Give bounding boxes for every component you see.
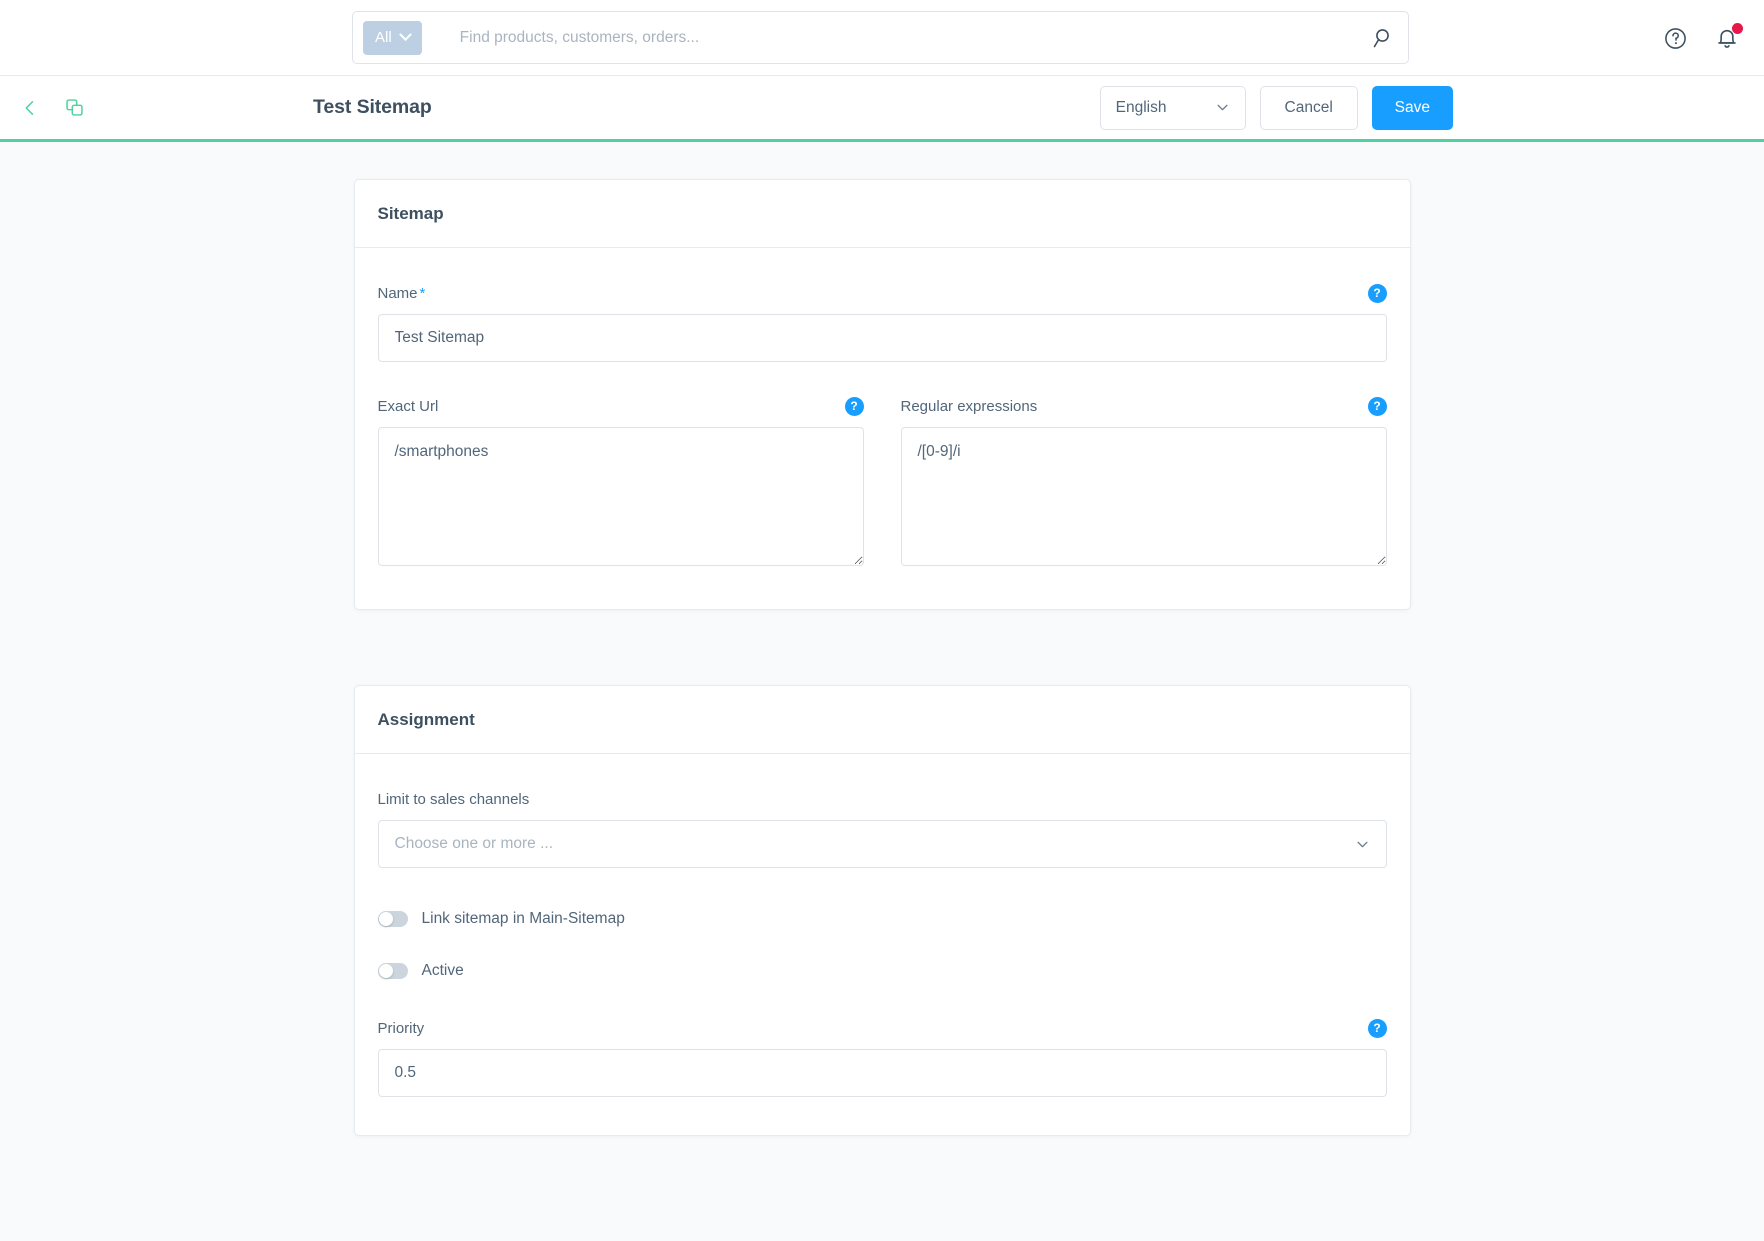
- regular-expressions-help-icon[interactable]: ?: [1367, 396, 1387, 416]
- priority-label: Priority: [377, 1019, 425, 1037]
- sitemap-card-title: Sitemap: [377, 203, 444, 223]
- name-field-group: Name * ?: [377, 283, 1387, 362]
- save-button[interactable]: Save: [1371, 85, 1453, 130]
- page-header: Test Sitemap English Cancel Save: [0, 76, 1764, 142]
- sales-channels-label: Limit to sales channels: [377, 790, 530, 808]
- sales-channels-label-row: Limit to sales channels: [378, 789, 1387, 809]
- back-button[interactable]: [13, 91, 47, 125]
- regular-expressions-label: Regular expressions: [900, 397, 1038, 415]
- search-icon[interactable]: [1372, 26, 1396, 50]
- topbar-actions: [1658, 0, 1744, 76]
- global-search-bar[interactable]: All: [352, 11, 1409, 64]
- toggle-knob: [378, 912, 393, 926]
- regular-expressions-group: Regular expressions ? /[0-9]/i: [900, 396, 1387, 571]
- search-input[interactable]: [457, 27, 1372, 48]
- page-header-left-actions: [13, 91, 91, 125]
- notifications-button[interactable]: [1710, 21, 1744, 55]
- active-toggle-row: Active: [377, 962, 1387, 980]
- assignment-card-header: Assignment: [354, 686, 1410, 754]
- link-sitemap-toggle[interactable]: [377, 911, 408, 927]
- sitemap-card: Sitemap Name* ? Exact Url ? /sm: [353, 179, 1411, 610]
- search-scope-label: All: [375, 29, 392, 46]
- sitemap-card-body: Name* ? Exact Url ? /smartphones Regular: [355, 248, 1410, 609]
- name-label-text: Name: [377, 284, 418, 302]
- page-header-actions: English Cancel Save: [1099, 85, 1453, 130]
- active-toggle[interactable]: [377, 963, 408, 979]
- sales-channels-placeholder: Choose one or more ...: [394, 835, 554, 852]
- link-sitemap-label: Link sitemap in Main-Sitemap: [421, 910, 625, 927]
- exact-url-help-icon[interactable]: ?: [844, 396, 864, 416]
- page-title: Test Sitemap: [313, 96, 432, 118]
- assignment-card-title: Assignment: [377, 709, 475, 729]
- exact-url-textarea[interactable]: /smartphones: [377, 427, 864, 566]
- exact-url-group: Exact Url ? /smartphones: [377, 396, 864, 571]
- name-help-icon[interactable]: ?: [1367, 283, 1387, 303]
- duplicate-button[interactable]: [57, 91, 91, 125]
- sales-channels-select[interactable]: Choose one or more ...: [377, 820, 1387, 868]
- link-sitemap-toggle-row: Link sitemap in Main-Sitemap: [377, 910, 1387, 928]
- help-button[interactable]: [1658, 21, 1692, 55]
- active-label: Active: [421, 962, 464, 979]
- question-mark-circle-icon: [1663, 26, 1688, 51]
- toggle-knob: [378, 964, 393, 978]
- assignment-card: Assignment Limit to sales channels Choos…: [353, 685, 1411, 1136]
- cancel-button[interactable]: Cancel: [1259, 85, 1358, 130]
- page-content: Sitemap Name* ? Exact Url ? /sm: [0, 142, 1764, 1136]
- search-scope-dropdown[interactable]: All: [363, 20, 422, 55]
- chevron-down-icon: [1215, 100, 1230, 115]
- global-topbar: All: [0, 0, 1764, 76]
- priority-group: Priority ?: [377, 1018, 1387, 1097]
- priority-help-icon[interactable]: ?: [1367, 1018, 1387, 1038]
- name-input[interactable]: [377, 314, 1387, 362]
- assignment-card-body: Limit to sales channels Choose one or mo…: [355, 754, 1410, 1135]
- chevron-left-icon: [20, 98, 40, 118]
- priority-input[interactable]: [377, 1049, 1387, 1097]
- language-select[interactable]: English: [1099, 85, 1246, 130]
- required-marker: *: [419, 284, 426, 302]
- priority-label-row: Priority ?: [378, 1018, 1387, 1038]
- notification-badge: [1732, 23, 1743, 34]
- name-label-row: Name * ?: [378, 283, 1387, 303]
- exact-url-label-row: Exact Url ?: [378, 396, 864, 416]
- regular-expressions-label-row: Regular expressions ?: [901, 396, 1387, 416]
- chevron-down-icon: [1355, 837, 1370, 852]
- exact-url-label: Exact Url: [377, 397, 439, 415]
- sitemap-card-header: Sitemap: [354, 180, 1410, 248]
- url-fields-row: Exact Url ? /smartphones Regular express…: [377, 396, 1387, 571]
- sales-channels-group: Limit to sales channels Choose one or mo…: [377, 789, 1387, 868]
- copy-icon: [64, 97, 85, 118]
- name-label: Name *: [378, 285, 426, 302]
- language-select-value: English: [1115, 98, 1167, 116]
- chevron-down-icon: [398, 28, 412, 42]
- regular-expressions-textarea[interactable]: /[0-9]/i: [900, 427, 1387, 566]
